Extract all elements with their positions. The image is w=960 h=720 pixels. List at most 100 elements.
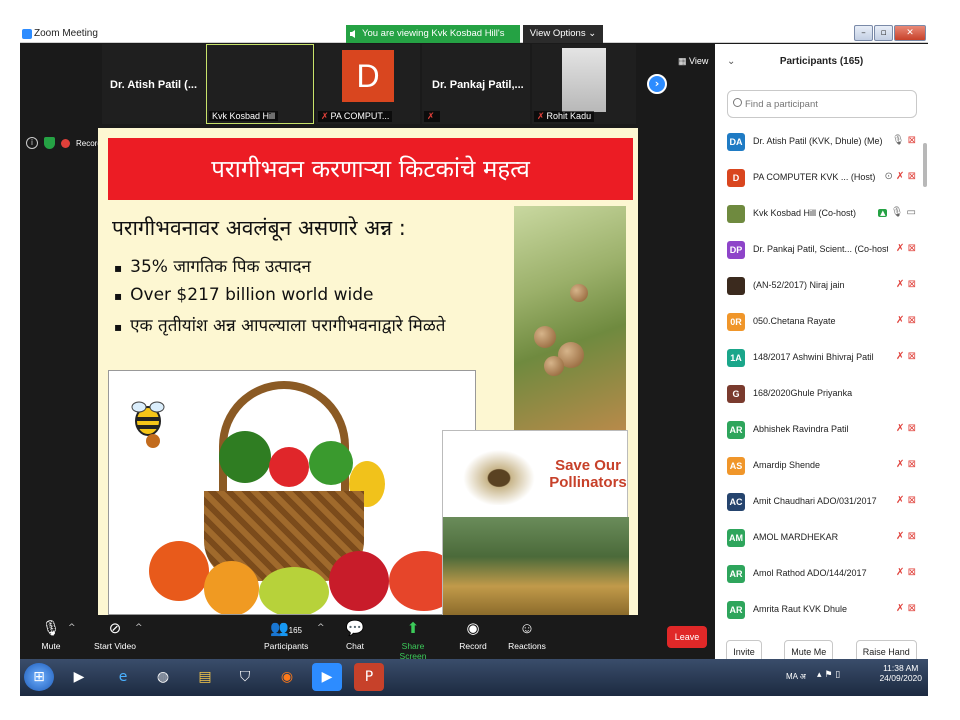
mic-muted-icon: ✗ (896, 243, 905, 254)
next-page-button[interactable]: › (647, 74, 667, 94)
chat-button[interactable]: 💬 Chat (342, 619, 368, 651)
maximize-icon[interactable]: ▫ (874, 25, 893, 41)
share-screen-button[interactable]: ⬆ Share Screen (388, 619, 438, 661)
language-indicator[interactable]: MA अ (786, 671, 806, 682)
mic-muted-icon: ✗ (896, 459, 905, 470)
avatar: D (727, 169, 745, 187)
panel-title: Participants (165) (779, 56, 864, 67)
participant-row[interactable]: DA Dr. Atish Patil (KVK, Dhule) (Me) 🎙 ⊠ (715, 124, 920, 160)
video-off-icon: ⊠ (907, 567, 916, 578)
participant-row[interactable]: DP Dr. Pankaj Patil, Scient... (Co-host)… (715, 232, 920, 268)
participant-name: AMOL MARDHEKAR (753, 532, 839, 542)
sharing-icon: ⊙ (884, 171, 893, 182)
mic-muted-icon: ✗ (896, 315, 905, 326)
participant-row[interactable]: G 168/2020Ghule Priyanka (715, 376, 920, 412)
participant-row[interactable]: AC Amit Chaudhari ADO/031/2017 ✗ ⊠ (715, 484, 920, 520)
panel-header: ⌄ Participants (165) (715, 44, 928, 82)
video-off-icon: ⊠ (907, 171, 916, 182)
avatar: AR (727, 601, 745, 619)
participant-row[interactable]: 1A 148/2017 Ashwini Bhivraj Patil ✗ ⊠ (715, 340, 920, 376)
avatar: AR (727, 565, 745, 583)
media-player-icon[interactable]: ▶ (64, 663, 94, 691)
mute-options-chevron-icon[interactable]: ^ (68, 623, 76, 633)
view-options-button[interactable]: View Options ⌄ (523, 25, 603, 43)
slide-bullets: 35% जागतिक पिक उत्पादन Over $217 billion… (114, 254, 445, 344)
thumb-label: Kvk Kosbad Hill (209, 111, 279, 121)
video-off-icon: ⊠ (907, 603, 916, 614)
video-thumb-pankaj[interactable]: Dr. Pankaj Patil,... ✗ (422, 44, 530, 124)
video-off-icon: ⊠ (907, 531, 916, 542)
shield-app-icon[interactable]: ⛉ (230, 663, 260, 691)
participant-row[interactable]: AM AMOL MARDHEKAR ✗ ⊠ (715, 520, 920, 556)
reactions-button[interactable]: ☺ Reactions (508, 619, 546, 651)
powerpoint-icon[interactable]: P (354, 663, 384, 691)
close-icon[interactable]: ✕ (894, 25, 926, 41)
participant-row[interactable]: D PA COMPUTER KVK ... (Host) ⊙ ✗ ⊠ (715, 160, 920, 196)
firefox-icon[interactable]: ◉ (272, 663, 302, 691)
avatar: DA (727, 133, 745, 151)
zoom-window: Zoom Meeting You are viewing Kvk Kosbad … (20, 25, 928, 696)
participant-list-scrollbar[interactable] (923, 143, 927, 187)
participant-row[interactable]: AR Amol Rathod ADO/144/2017 ✗ ⊠ (715, 556, 920, 592)
participant-name: 148/2017 Ashwini Bhivraj Patil (753, 352, 874, 362)
participant-name: Amrita Raut KVK Dhule (753, 604, 848, 614)
video-thumb-atish[interactable]: Dr. Atish Patil (... (102, 44, 206, 124)
share-screen-icon: ⬆ (406, 620, 420, 637)
video-off-icon: ⊠ (907, 315, 916, 326)
participant-row[interactable]: 0R 050.Chetana Rayate ✗ ⊠ (715, 304, 920, 340)
chrome-icon[interactable]: ◍ (148, 663, 178, 691)
bullet-item: एक तृतीयांश अन्न आपल्याला परागीभवनाद्वार… (114, 313, 445, 336)
info-icon[interactable]: i (26, 137, 38, 149)
title-bar: Zoom Meeting You are viewing Kvk Kosbad … (20, 25, 928, 57)
video-options-chevron-icon[interactable]: ^ (135, 623, 143, 633)
participants-options-chevron-icon[interactable]: ^ (317, 623, 325, 633)
video-thumb-kosbad[interactable]: Kvk Kosbad Hill (206, 44, 314, 124)
zoom-taskbar-icon[interactable]: ▶ (312, 663, 342, 691)
minimize-icon[interactable]: – (854, 25, 873, 41)
mic-muted-icon: ✗ (537, 111, 545, 121)
participant-row[interactable]: AR Amrita Raut KVK Dhule ✗ ⊠ (715, 592, 920, 624)
view-button[interactable]: ▦ View (678, 56, 708, 67)
participant-row[interactable]: Kvk Kosbad Hill (Co-host) ▲ 🎙 ▭ (715, 196, 920, 232)
internet-explorer-icon[interactable]: e (108, 663, 138, 691)
recording-dot-icon (61, 138, 70, 148)
participant-row[interactable]: AR Abhishek Ravindra Patil ✗ ⊠ (715, 412, 920, 448)
video-off-icon: ⊠ (907, 459, 916, 470)
mute-button[interactable]: 🎙 Mute (38, 619, 64, 651)
clock-date: 24/09/2020 (879, 673, 922, 683)
leave-button[interactable]: Leave (667, 626, 707, 648)
participant-row[interactable]: AS Amardip Shende ✗ ⊠ (715, 448, 920, 484)
meeting-toolbar: 🎙 Mute ^ ⊘ Start Video ^ 👥165 Participants … (20, 617, 715, 661)
save-pollinators-text: Save Our Pollinators (549, 457, 627, 491)
save-pollinators-image: Save Our Pollinators (442, 430, 629, 615)
mic-muted-icon: ✗ (896, 171, 905, 182)
thumb-name: Dr. Pankaj Patil,... (432, 79, 524, 91)
avatar: 1A (727, 349, 745, 367)
start-video-button[interactable]: ⊘ Start Video (92, 619, 138, 651)
participant-row[interactable]: (AN-52/2017) Niraj jain ✗ ⊠ (715, 268, 920, 304)
search-icon (733, 98, 742, 107)
windows-start-icon[interactable]: ⊞ (24, 663, 54, 691)
shared-screen-slide: परागीभवन करणाऱ्या किटकांचे महत्व परागीभव… (98, 128, 638, 615)
participant-search-input[interactable] (727, 90, 917, 118)
video-thumb-pa-computer[interactable]: D ✗ PA COMPUT... (316, 44, 420, 124)
avatar: 0R (727, 313, 745, 331)
video-thumb-rohit[interactable]: ✗ Rohit Kadu (532, 44, 636, 124)
participants-icon: 👥165 (269, 620, 303, 637)
thumb-label: ✗ (424, 111, 440, 122)
file-explorer-icon[interactable]: ▤ (190, 663, 220, 691)
participant-name: Amardip Shende (753, 460, 821, 470)
tray-icons[interactable]: ▴ ⚑ ▯ (817, 670, 840, 680)
record-button[interactable]: ◉ Record (458, 619, 488, 651)
fruit-tree-photo (514, 206, 626, 430)
mic-muted-icon: ✗ (321, 111, 329, 121)
mic-muted-icon: ✗ (896, 351, 905, 362)
clock[interactable]: 11:38 AM 24/09/2020 (879, 663, 922, 683)
window-controls: – ▫ ✕ (854, 25, 926, 42)
avatar: DP (727, 241, 745, 259)
avatar: AC (727, 493, 745, 511)
thumb-label: ✗ PA COMPUT... (318, 111, 393, 122)
participants-button[interactable]: 👥165 Participants (264, 619, 308, 651)
shield-icon[interactable] (44, 137, 55, 149)
participants-panel: ⌄ Participants (165) DA Dr. Atish Patil … (715, 44, 928, 696)
